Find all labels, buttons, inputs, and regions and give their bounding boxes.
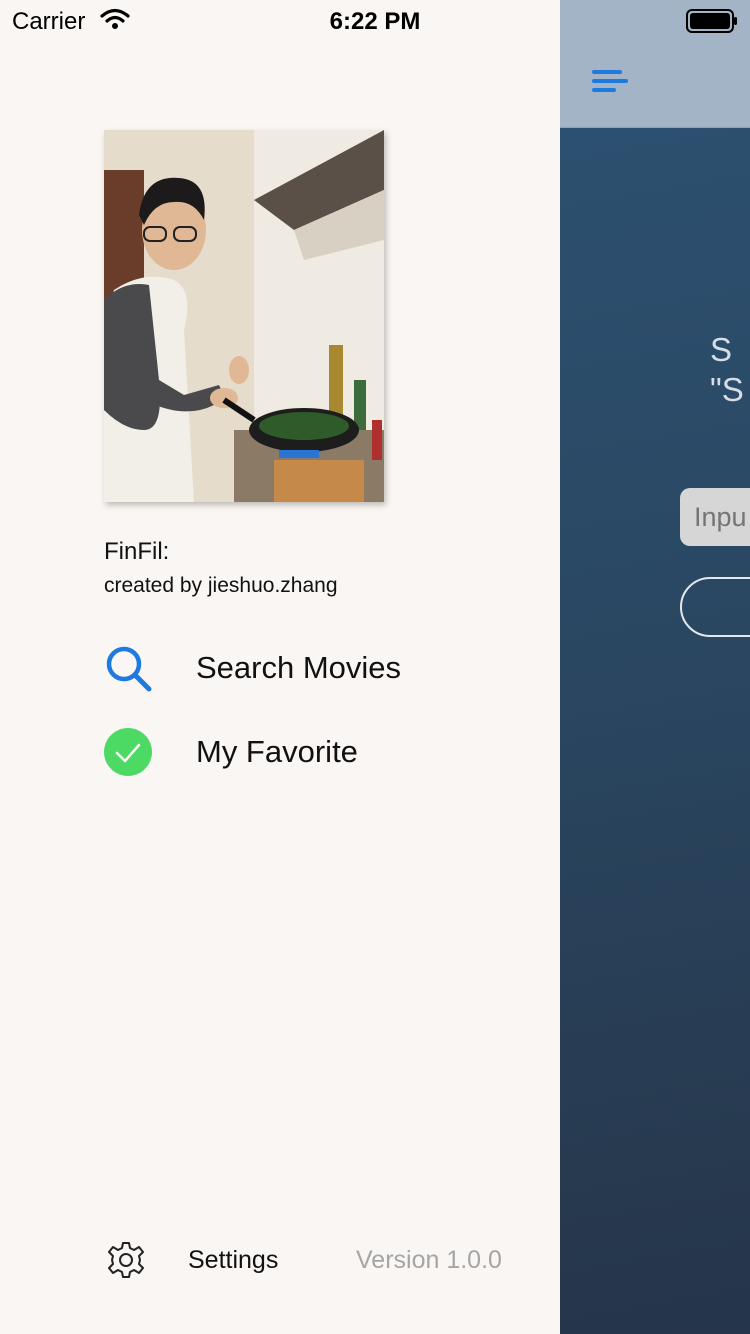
menu-item-label: Search Movies — [196, 650, 402, 685]
author-credit: created by jieshuo.zhang — [104, 574, 338, 597]
search-hint-text: S "S — [710, 331, 744, 408]
settings-button[interactable]: Settings — [106, 1238, 306, 1282]
menu-item-label: My Favorite — [196, 734, 358, 769]
hamburger-menu-icon[interactable] — [592, 68, 632, 98]
app-name: FinFil: — [104, 538, 170, 565]
menu-item-my-favorite[interactable]: My Favorite — [104, 722, 524, 782]
settings-label: Settings — [188, 1246, 279, 1274]
status-time: 6:22 PM — [329, 8, 421, 35]
search-button[interactable] — [680, 577, 750, 637]
gear-icon — [108, 1242, 144, 1278]
version-label: Version 1.0.0 — [356, 1246, 502, 1274]
main-view: S "S — [560, 0, 750, 1334]
search-icon — [106, 646, 152, 692]
status-bar: Carrier 6:22 PM — [0, 0, 750, 40]
side-drawer: FinFil: created by jieshuo.zhang Search … — [0, 0, 560, 1334]
author-photo — [104, 130, 384, 502]
checkmark-circle-icon — [104, 728, 152, 776]
menu-item-search-movies[interactable]: Search Movies — [104, 638, 524, 698]
search-input[interactable] — [680, 488, 750, 546]
battery-icon — [686, 9, 737, 33]
